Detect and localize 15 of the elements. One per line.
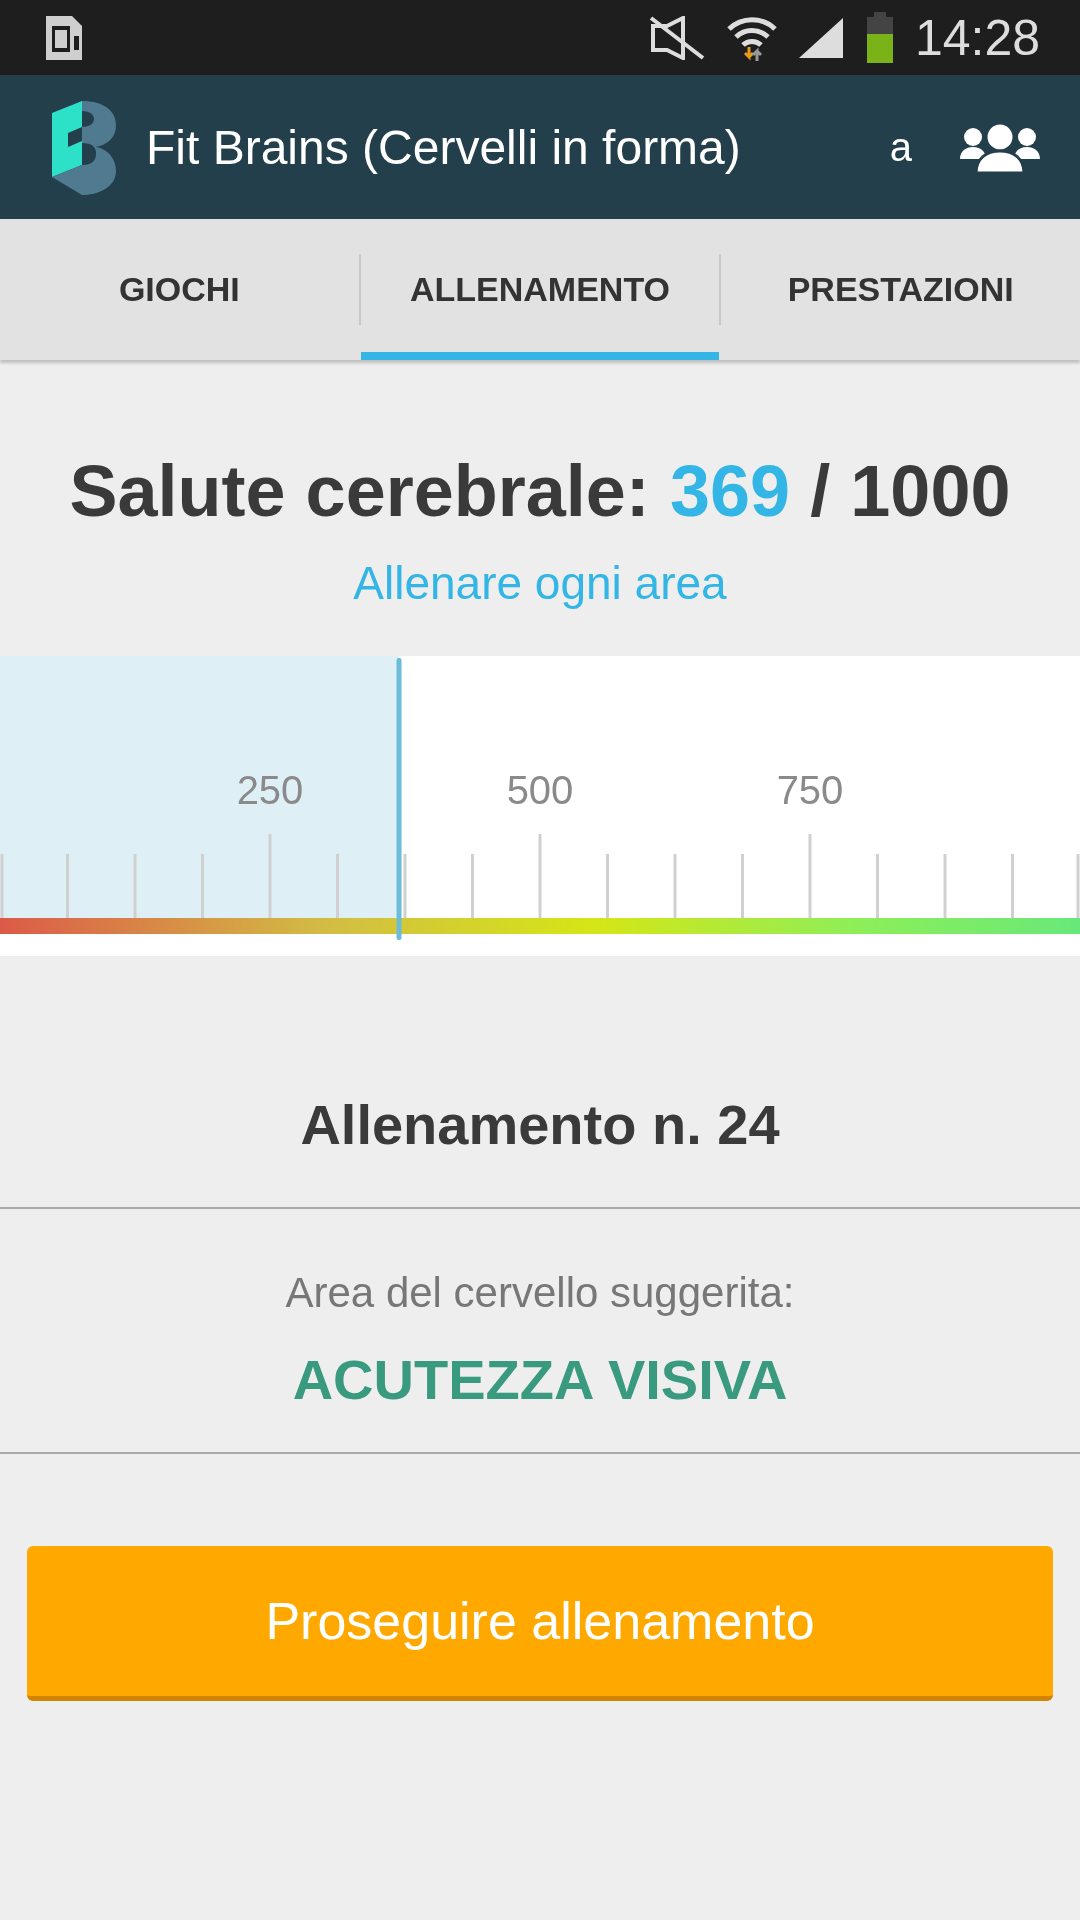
- tick-label: 500: [506, 768, 574, 812]
- suggestion-label: Area del cervello suggerita:: [285, 1269, 795, 1317]
- brain-health-score: Salute cerebrale: 369 / 1000: [69, 450, 1011, 532]
- account-initial[interactable]: a: [889, 124, 912, 170]
- tick-label: 250: [236, 768, 304, 812]
- workout-title: Allenamento n. 24: [300, 1092, 780, 1157]
- suggested-area: ACUTEZZA VISIVA: [292, 1347, 788, 1412]
- app-title: Fit Brains (Cervelli in forma): [146, 119, 742, 175]
- clock-time: 14:28: [914, 8, 1040, 67]
- tab[interactable]: ALLENAMENTO: [360, 219, 720, 360]
- battery-icon: [864, 11, 895, 64]
- sim-card-icon: [44, 13, 84, 62]
- tab[interactable]: GIOCHI: [0, 219, 359, 360]
- tick-label: 750: [776, 768, 844, 812]
- tab[interactable]: PRESTAZIONI: [721, 219, 1080, 360]
